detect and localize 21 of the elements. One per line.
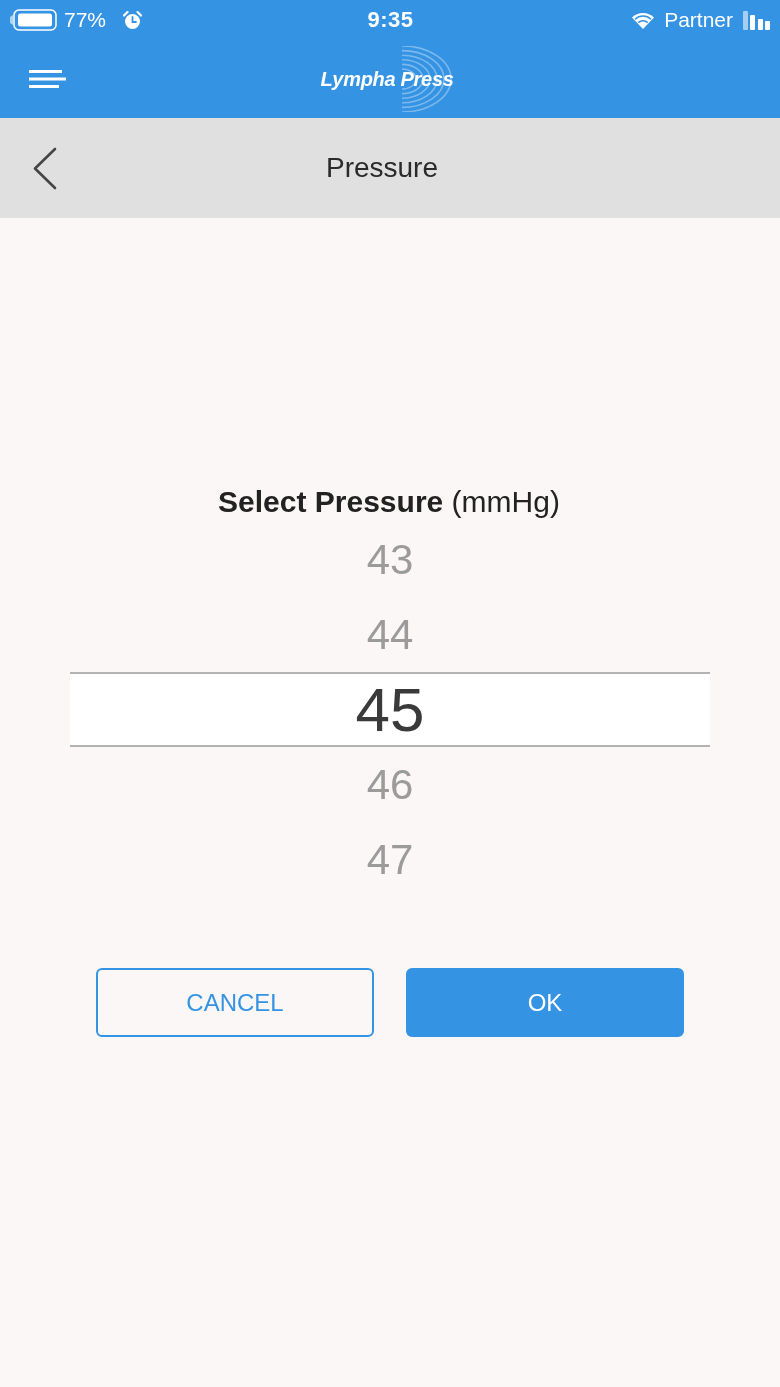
battery-icon bbox=[10, 9, 57, 31]
picker-option[interactable]: 47 bbox=[366, 835, 414, 884]
picker-option[interactable]: 46 bbox=[366, 760, 414, 809]
picker-option[interactable]: 45 bbox=[355, 676, 425, 743]
picker-option[interactable]: 44 bbox=[366, 610, 414, 659]
cancel-button[interactable]: CANCEL bbox=[96, 968, 374, 1037]
page-title: Pressure bbox=[325, 151, 438, 185]
app-logo: Lympha Press bbox=[320, 67, 454, 91]
battery-percent: 77% bbox=[64, 8, 107, 32]
back-chevron-icon bbox=[32, 146, 57, 190]
picker-option[interactable]: 43 bbox=[366, 535, 414, 584]
status-time: 9:35 bbox=[367, 8, 414, 32]
menu-icon bbox=[29, 70, 66, 88]
picker-label: Select Pressure (mmHg) bbox=[218, 484, 560, 520]
carrier-name: Partner bbox=[664, 8, 733, 32]
menu-button[interactable] bbox=[29, 70, 66, 88]
ok-button[interactable]: OK bbox=[406, 968, 684, 1037]
signal-bars-icon bbox=[743, 10, 771, 30]
wifi-icon bbox=[632, 11, 655, 29]
back-button[interactable] bbox=[32, 146, 57, 190]
alarm-clock-icon bbox=[123, 10, 143, 30]
